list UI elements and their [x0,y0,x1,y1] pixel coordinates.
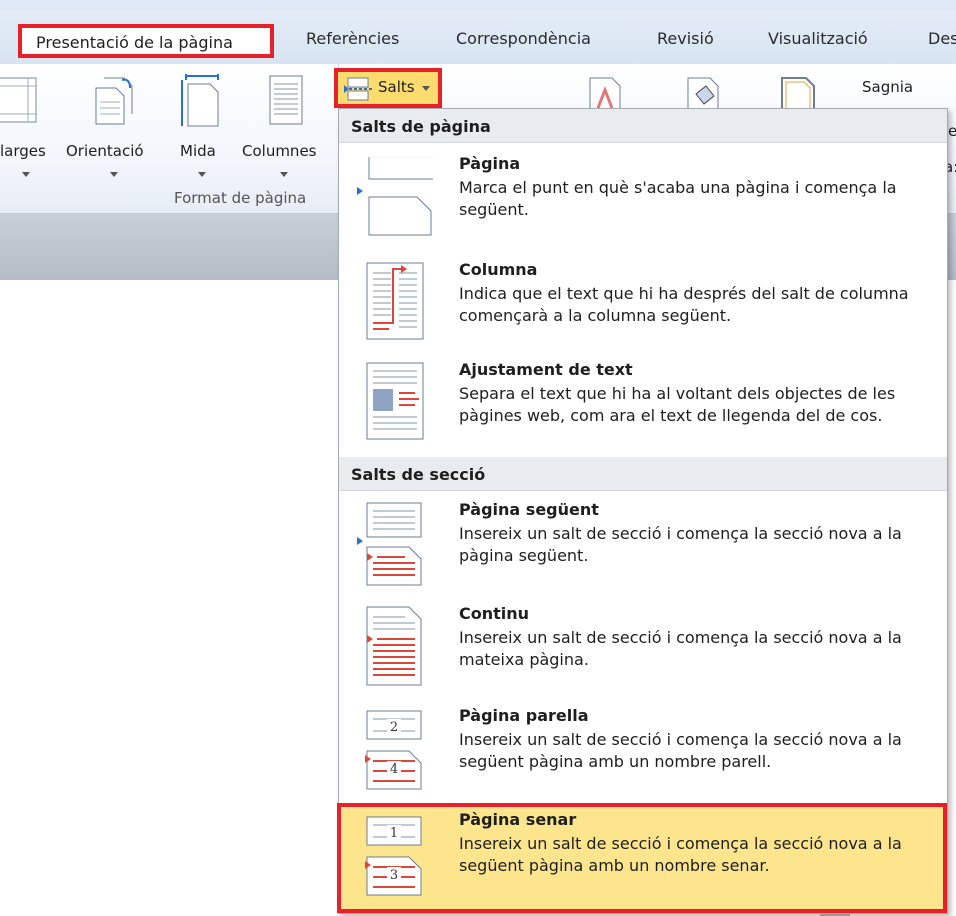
size-label: Mida [180,142,216,160]
columns-button[interactable]: Columnes [236,70,332,180]
menu-item-column-break[interactable]: Columna Indica que el text que hi ha des… [339,255,947,355]
menu-item-title: Pàgina parella [459,706,589,725]
menu-item-title: Ajustament de text [459,360,633,379]
menu-item-description: Insereix un salt de secció i comença la … [459,730,902,771]
menu-item-page-break[interactable]: Pàgina Marca el punt en què s'acaba una … [339,149,947,249]
size-button[interactable]: Mida [174,70,230,180]
page-breaks-header: Salts de pàgina [339,109,947,143]
menu-item-title: Continu [459,604,530,623]
orientation-button[interactable]: Orientació [64,70,164,180]
tab-developer[interactable]: Des [928,29,956,48]
menu-item-description: Marca el punt en què s'acaba una pàgina … [459,178,897,219]
size-icon [181,74,219,127]
margins-icon [0,77,37,123]
breaks-dropdown-arrow-icon [422,86,430,91]
tab-mailings[interactable]: Correspondència [456,29,591,48]
breaks-dropdown-menu: Salts de pàgina Pàgina Marca el punt en … [337,108,948,914]
menu-item-description: Insereix un salt de secció i comença la … [459,834,902,875]
odd-top-number: 1 [390,826,398,841]
menu-item-description: Indica que el text que hi ha després del… [459,284,909,325]
ribbon-tab-bar: Presentació de la pàgina Referències Cor… [0,10,956,64]
page-setup-group-label: Format de pàgina [174,189,307,207]
even-top-number: 2 [390,720,398,735]
orientation-label: Orientació [66,142,144,160]
text-wrapping-break-icon [366,362,424,440]
even-bottom-number: 4 [390,762,398,777]
title-strip [0,0,956,10]
margins-button[interactable]: larges [0,70,60,180]
menu-item-next-page[interactable]: Pàgina següent Insereix un salt de secci… [339,495,947,595]
tab-references[interactable]: Referències [306,29,399,48]
menu-item-text-wrapping-break[interactable]: Ajustament de text Separa el text que hi… [339,355,947,455]
page-break-icon [357,156,433,236]
even-page-section-icon: 2 4 [365,710,422,790]
odd-bottom-number: 3 [390,868,398,883]
orientation-icon [95,77,133,125]
tab-review[interactable]: Revisió [657,29,714,48]
menu-item-description: Separa el text que hi ha al voltant dels… [459,384,896,425]
section-breaks-header: Salts de secció [339,457,947,491]
columns-label: Columnes [242,142,317,160]
tab-page-layout[interactable]: Presentació de la pàgina [18,24,274,58]
indent-label: Sagnia [862,78,914,96]
menu-item-title: Pàgina [459,154,521,173]
breaks-label: Salts [378,78,415,96]
continuous-section-icon [366,606,422,686]
menu-item-continuous[interactable]: Continu Insereix un salt de secció i com… [339,599,947,699]
breaks-button[interactable]: Salts [334,68,442,108]
margins-label: larges [0,142,46,160]
breaks-icon [344,77,372,101]
menu-item-title: Columna [459,260,538,279]
column-break-icon [366,262,424,340]
ribbon-clip-e: e [948,122,956,140]
menu-item-title: Pàgina següent [459,500,599,519]
columns-icon [269,75,303,125]
menu-item-title: Pàgina senar [459,810,577,829]
menu-item-description: Insereix un salt de secció i comença la … [459,628,902,669]
menu-item-description: Insereix un salt de secció i comença la … [459,524,902,565]
next-page-section-icon [357,502,422,586]
tab-view[interactable]: Visualització [768,29,868,48]
menu-item-odd-page[interactable]: 1 3 Pàgina senar Insereix un salt de sec… [337,803,947,913]
menu-item-even-page[interactable]: 2 4 Pàgina parella Insereix un salt de s… [339,701,947,801]
odd-page-section-icon: 1 3 [365,816,422,896]
